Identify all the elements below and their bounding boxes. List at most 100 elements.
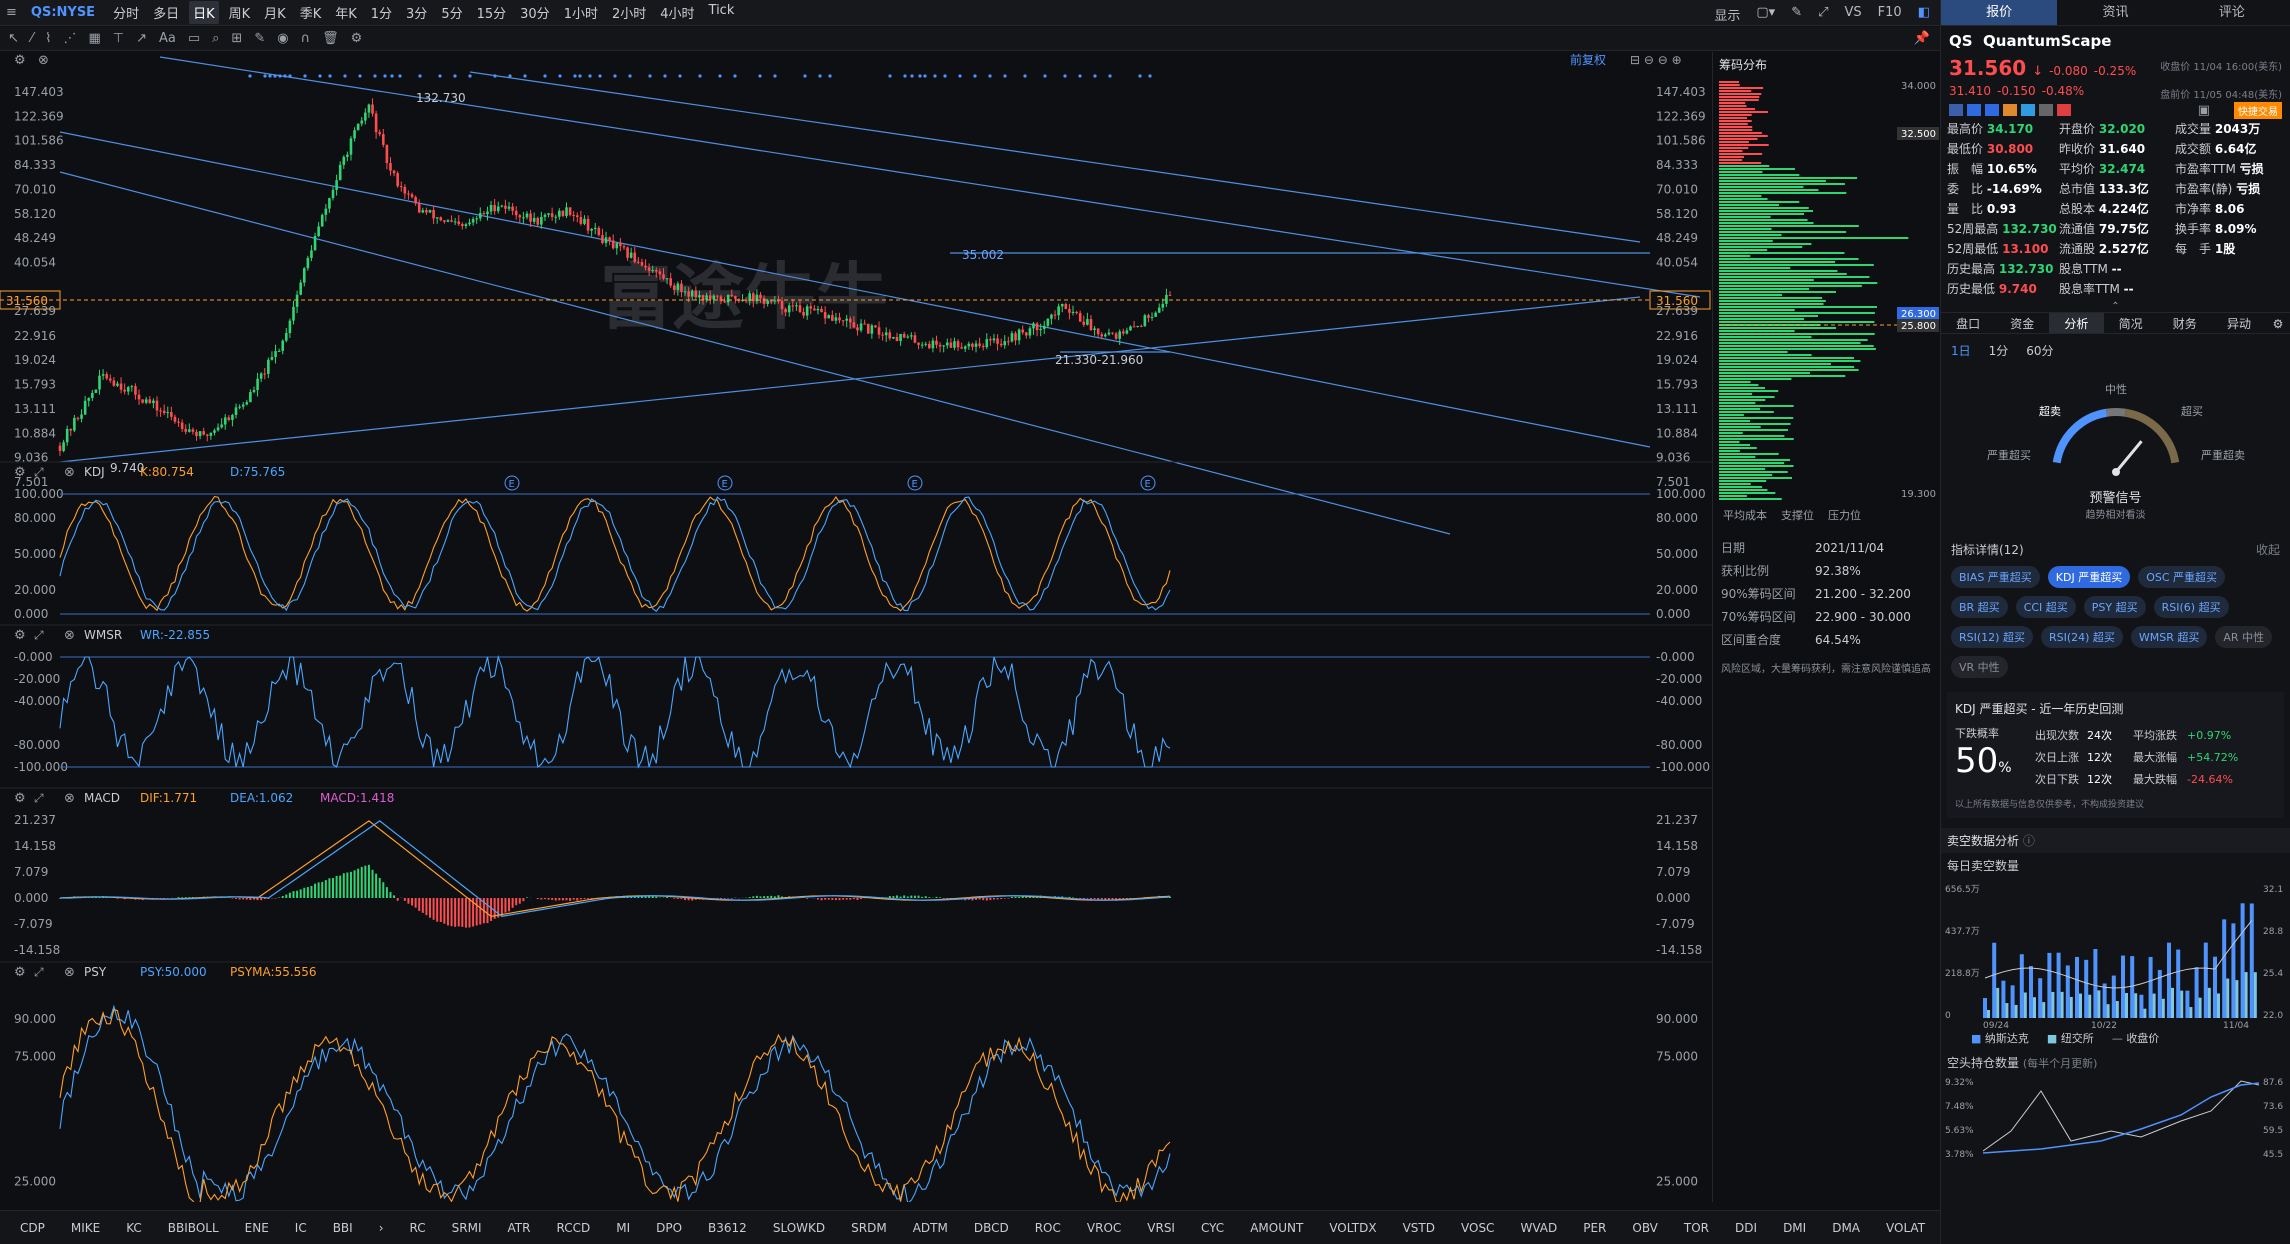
fib-tool-icon[interactable]: ⊤ bbox=[113, 31, 124, 46]
indicator-item[interactable]: SRDM bbox=[851, 1221, 887, 1235]
interval-tab[interactable]: 60分 bbox=[2026, 342, 2053, 359]
event-dot[interactable] bbox=[943, 74, 947, 78]
badge-icon-3[interactable] bbox=[2003, 104, 2017, 116]
vs-button[interactable]: VS bbox=[1845, 5, 1862, 24]
trend-line[interactable] bbox=[59, 171, 1451, 535]
event-dot[interactable] bbox=[828, 74, 832, 78]
f10-button[interactable]: F10 bbox=[1878, 5, 1902, 24]
collapse-button[interactable]: 收起 bbox=[2256, 541, 2280, 558]
indicator-item[interactable]: ENE bbox=[245, 1221, 269, 1235]
collapse-caret-icon[interactable]: ⌃ bbox=[1941, 301, 2290, 312]
event-dot[interactable] bbox=[390, 74, 394, 78]
event-dot[interactable] bbox=[678, 74, 682, 78]
indicator-item[interactable]: DPO bbox=[656, 1221, 682, 1235]
event-dot[interactable] bbox=[558, 74, 562, 78]
expand-icon[interactable]: ⤢ bbox=[33, 465, 44, 479]
event-dot[interactable] bbox=[278, 74, 282, 78]
event-dot[interactable] bbox=[958, 74, 962, 78]
fullscreen-icon[interactable]: ⤢ bbox=[1818, 5, 1828, 24]
indicator-item[interactable]: DDI bbox=[1735, 1221, 1757, 1235]
indicator-pill[interactable]: PSY 超买 bbox=[2083, 596, 2146, 618]
event-dot[interactable] bbox=[543, 74, 547, 78]
quick-trade-button[interactable]: 快捷交易 bbox=[2234, 101, 2282, 119]
indicator-pill[interactable]: OSC 严重超买 bbox=[2138, 566, 2226, 588]
indicator-pill[interactable]: KDJ 严重超买 bbox=[2047, 566, 2131, 588]
indicator-item[interactable]: ROC bbox=[1035, 1221, 1061, 1235]
trend-tool-icon[interactable]: ⋰ bbox=[63, 31, 76, 46]
macd-name[interactable]: MACD bbox=[84, 791, 120, 805]
earnings-markers[interactable]: EEEE bbox=[504, 475, 1156, 491]
event-dot[interactable] bbox=[398, 74, 402, 78]
event-dot[interactable] bbox=[1138, 74, 1142, 78]
indicator-item[interactable]: KC bbox=[126, 1221, 142, 1235]
indicator-pill[interactable]: WMSR 超买 bbox=[2130, 626, 2208, 648]
event-dot[interactable] bbox=[383, 74, 387, 78]
wmsr-name[interactable]: WMSR bbox=[84, 628, 122, 642]
period-tab[interactable]: 日K bbox=[189, 1, 219, 24]
indicator-item[interactable]: WVAD bbox=[1520, 1221, 1557, 1235]
indicator-item[interactable]: TOR bbox=[1684, 1221, 1709, 1235]
draw-icon[interactable]: ✎ bbox=[254, 31, 265, 46]
indicator-item[interactable]: DMA bbox=[1832, 1221, 1860, 1235]
subtab[interactable]: 简况 bbox=[2104, 313, 2158, 333]
event-dot[interactable] bbox=[733, 74, 737, 78]
indicator-item[interactable]: BBI bbox=[333, 1221, 353, 1235]
indicator-item[interactable]: › bbox=[379, 1221, 384, 1235]
subtab[interactable]: 盘口 bbox=[1941, 313, 1995, 333]
pen-icon[interactable]: ✎ bbox=[1791, 5, 1802, 24]
event-dot[interactable] bbox=[373, 74, 377, 78]
period-tab[interactable]: 1分 bbox=[367, 1, 396, 24]
event-dot[interactable] bbox=[988, 74, 992, 78]
event-dot[interactable] bbox=[283, 74, 287, 78]
badge-icon-1[interactable] bbox=[1967, 104, 1981, 116]
channel-tool-icon[interactable]: ▦ bbox=[88, 31, 100, 46]
period-tab[interactable]: 1小时 bbox=[560, 1, 602, 24]
event-dot[interactable] bbox=[773, 74, 777, 78]
badge-icon-2[interactable] bbox=[1985, 104, 1999, 116]
event-dot[interactable] bbox=[493, 74, 497, 78]
indicator-item[interactable]: VRSI bbox=[1147, 1221, 1175, 1235]
indicator-item[interactable]: MI bbox=[616, 1221, 630, 1235]
event-dot[interactable] bbox=[523, 74, 527, 78]
indicator-item[interactable]: OBV bbox=[1632, 1221, 1658, 1235]
event-dot[interactable] bbox=[268, 74, 272, 78]
wmsr-panel[interactable]: ⚙ ⤢ ⊗ WMSR WR:-22.855 -0.000 -0.000 -20.000 -20.… bbox=[0, 624, 1712, 774]
cursor-icon[interactable]: ↖ bbox=[8, 31, 19, 46]
tab-news[interactable]: 资讯 bbox=[2057, 0, 2173, 25]
event-dot[interactable] bbox=[923, 74, 927, 78]
indicator-item[interactable]: AMOUNT bbox=[1250, 1221, 1303, 1235]
indicator-item[interactable]: MIKE bbox=[71, 1221, 100, 1235]
event-dot[interactable] bbox=[438, 74, 442, 78]
event-dot[interactable] bbox=[1003, 74, 1007, 78]
event-dot[interactable] bbox=[1093, 74, 1097, 78]
event-dot[interactable] bbox=[933, 74, 937, 78]
symbol-label[interactable]: QS:NYSE bbox=[31, 5, 95, 20]
zoom-icon[interactable]: ⌕ bbox=[212, 31, 219, 46]
badge-icon-4[interactable] bbox=[2021, 104, 2035, 116]
indicator-pill[interactable]: RSI(6) 超买 bbox=[2153, 596, 2229, 618]
event-dot[interactable] bbox=[328, 74, 332, 78]
event-dot[interactable] bbox=[468, 74, 472, 78]
subtab[interactable]: 财务 bbox=[2158, 313, 2212, 333]
period-tab[interactable]: 15分 bbox=[473, 1, 511, 24]
period-tab[interactable]: 4小时 bbox=[656, 1, 698, 24]
line-tool-icon[interactable]: ⁄ bbox=[31, 31, 33, 46]
indicator-item[interactable]: CYC bbox=[1201, 1221, 1224, 1235]
event-dot[interactable] bbox=[288, 74, 292, 78]
text-tool-icon[interactable]: Aa bbox=[159, 31, 176, 46]
period-tab[interactable]: 3分 bbox=[402, 1, 431, 24]
panel-settings-icon[interactable]: ⚙ bbox=[14, 791, 26, 806]
event-dot[interactable] bbox=[648, 74, 652, 78]
event-dot[interactable] bbox=[613, 74, 617, 78]
interval-tab[interactable]: 1分 bbox=[1989, 342, 2009, 359]
arrow-tool-icon[interactable]: ↗ bbox=[136, 31, 147, 46]
indicator-item[interactable]: VROC bbox=[1087, 1221, 1121, 1235]
panel-controls-icon[interactable]: ⊟ ⊖ ⊖ ⊕ bbox=[1630, 53, 1682, 67]
panel-toggle-icon[interactable]: ◧ bbox=[1918, 5, 1930, 24]
event-dot[interactable] bbox=[758, 74, 762, 78]
indicator-item[interactable]: SRMI bbox=[452, 1221, 482, 1235]
heart-icon[interactable] bbox=[2057, 104, 2071, 116]
event-dot[interactable] bbox=[453, 74, 457, 78]
event-dot[interactable] bbox=[588, 74, 592, 78]
event-dot[interactable] bbox=[718, 74, 722, 78]
